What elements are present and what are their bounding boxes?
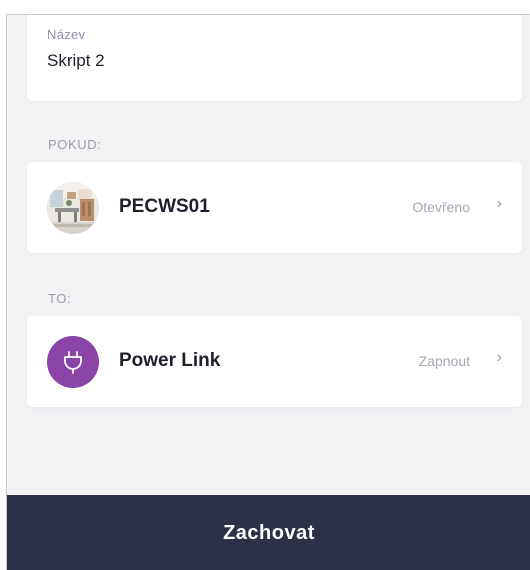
name-field-card[interactable]: Název Skript 2: [27, 15, 522, 101]
plug-icon: [47, 336, 99, 388]
condition-device-name: PECWS01: [119, 196, 210, 217]
save-button-label: Zachovat: [223, 521, 315, 544]
action-device-status: Zapnout: [418, 353, 470, 369]
room-photo-icon: [47, 182, 99, 234]
condition-device-status: Otevřeno: [412, 199, 470, 215]
save-button[interactable]: Zachovat: [7, 495, 530, 570]
action-section-label: TO:: [48, 291, 72, 306]
scene-edit-screen: Název Skript 2 POKUD: PECWS01 Otevřeno ›…: [6, 14, 530, 570]
chevron-right-icon: ›: [496, 349, 502, 366]
action-device-row[interactable]: Power Link Zapnout ›: [27, 316, 522, 407]
chevron-right-icon: ›: [496, 195, 502, 212]
action-device-name: Power Link: [119, 350, 221, 371]
condition-section-label: POKUD:: [48, 137, 102, 152]
name-field-label: Název: [47, 27, 86, 42]
condition-device-row[interactable]: PECWS01 Otevřeno ›: [27, 162, 522, 253]
name-field-value[interactable]: Skript 2: [47, 51, 105, 71]
